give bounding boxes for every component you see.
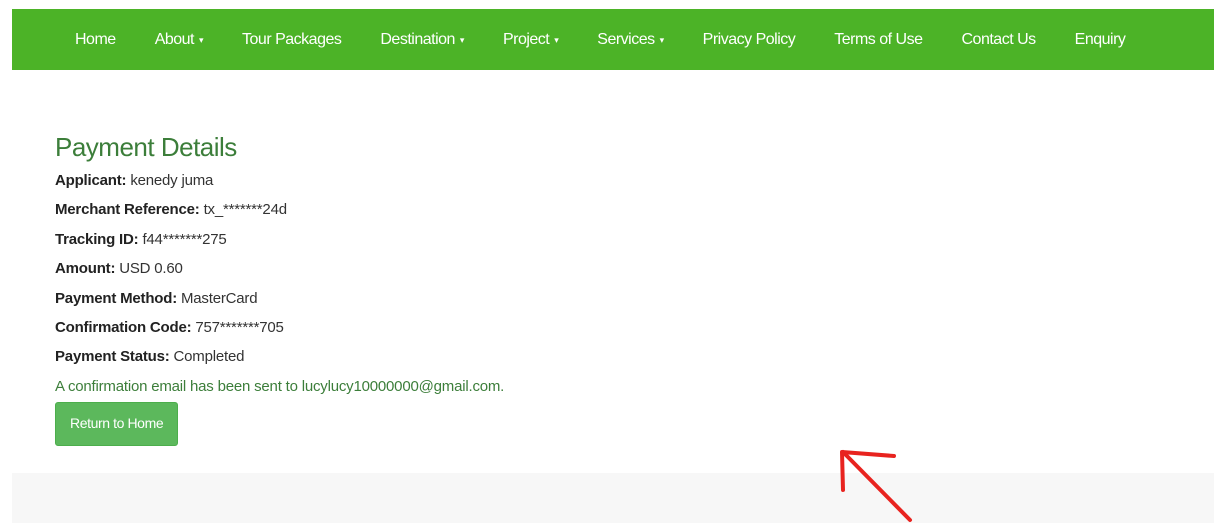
- nav-project[interactable]: Project ▾: [502, 30, 559, 49]
- nav-enquiry-label: Enquiry: [1074, 30, 1126, 48]
- nav-privacy-policy[interactable]: Privacy Policy: [703, 31, 796, 49]
- field-value: kenedy juma: [130, 172, 214, 189]
- field-label: Applicant:: [55, 172, 127, 189]
- caret-down-icon: ▾: [554, 35, 559, 45]
- field-label: Confirmation Code:: [55, 319, 192, 337]
- footer-band: [12, 473, 1214, 523]
- nav-terms-of-use-label: Terms of Use: [834, 30, 923, 48]
- caret-down-icon: ▾: [659, 35, 665, 45]
- nav-enquiry[interactable]: Enquiry: [1075, 31, 1126, 49]
- field-label: Tracking ID:: [55, 230, 139, 248]
- nav-home-label: Home: [75, 30, 116, 48]
- field-value: tx_*******24d: [203, 201, 288, 219]
- nav-tour-packages[interactable]: Tour Packages: [242, 30, 342, 49]
- field-label: Amount:: [55, 260, 116, 278]
- nav-tour-packages-label: Tour Packages: [242, 30, 342, 48]
- nav-home[interactable]: Home: [75, 31, 116, 49]
- nav-contact-us[interactable]: Contact Us: [961, 30, 1037, 49]
- amount-row: Amount: USD 0.60: [55, 254, 504, 283]
- payment-details-section: Payment Details Applicant: kenedy juma M…: [55, 132, 504, 446]
- merchant-reference-row: Merchant Reference: tx_*******24d: [55, 195, 504, 224]
- field-label: Payment Method:: [55, 289, 178, 307]
- payment-status-row: Payment Status: Completed: [55, 342, 504, 371]
- field-value: USD 0.60: [119, 260, 183, 278]
- main-navbar: Home About ▾ Tour Packages Destination ▾…: [12, 9, 1214, 70]
- field-label: Merchant Reference:: [55, 201, 200, 219]
- applicant-row: Applicant: kenedy juma: [55, 166, 504, 195]
- tracking-id-row: Tracking ID: f44*******275: [55, 225, 504, 254]
- nav-about-label: About: [154, 30, 195, 48]
- caret-down-icon: ▾: [199, 35, 204, 45]
- nav-project-label: Project: [502, 30, 550, 48]
- caret-down-icon: ▾: [459, 35, 465, 45]
- nav-services[interactable]: Services ▾: [597, 30, 665, 49]
- field-label: Payment Status:: [55, 348, 170, 366]
- confirmation-message: A confirmation email has been sent to lu…: [55, 377, 505, 395]
- field-value: f44*******275: [142, 230, 227, 248]
- red-arrow-annotation-icon: [840, 450, 912, 522]
- nav-terms-of-use[interactable]: Terms of Use: [834, 30, 923, 49]
- nav-about[interactable]: About ▾: [154, 30, 204, 49]
- field-value: Completed: [173, 348, 245, 366]
- payment-method-row: Payment Method: MasterCard: [55, 284, 504, 313]
- field-value: MasterCard: [180, 289, 258, 307]
- nav-contact-us-label: Contact Us: [961, 30, 1037, 48]
- page-title: Payment Details: [55, 132, 237, 162]
- nav-destination-label: Destination: [380, 30, 455, 48]
- return-to-home-button[interactable]: Return to Home: [55, 401, 179, 446]
- nav-destination[interactable]: Destination ▾: [380, 31, 464, 49]
- field-value: 757*******705: [195, 319, 284, 337]
- nav-privacy-policy-label: Privacy Policy: [702, 30, 796, 48]
- payment-fields: Applicant: kenedy juma Merchant Referenc…: [55, 166, 504, 372]
- nav-services-label: Services: [597, 30, 655, 48]
- confirmation-code-row: Confirmation Code: 757*******705: [55, 313, 504, 342]
